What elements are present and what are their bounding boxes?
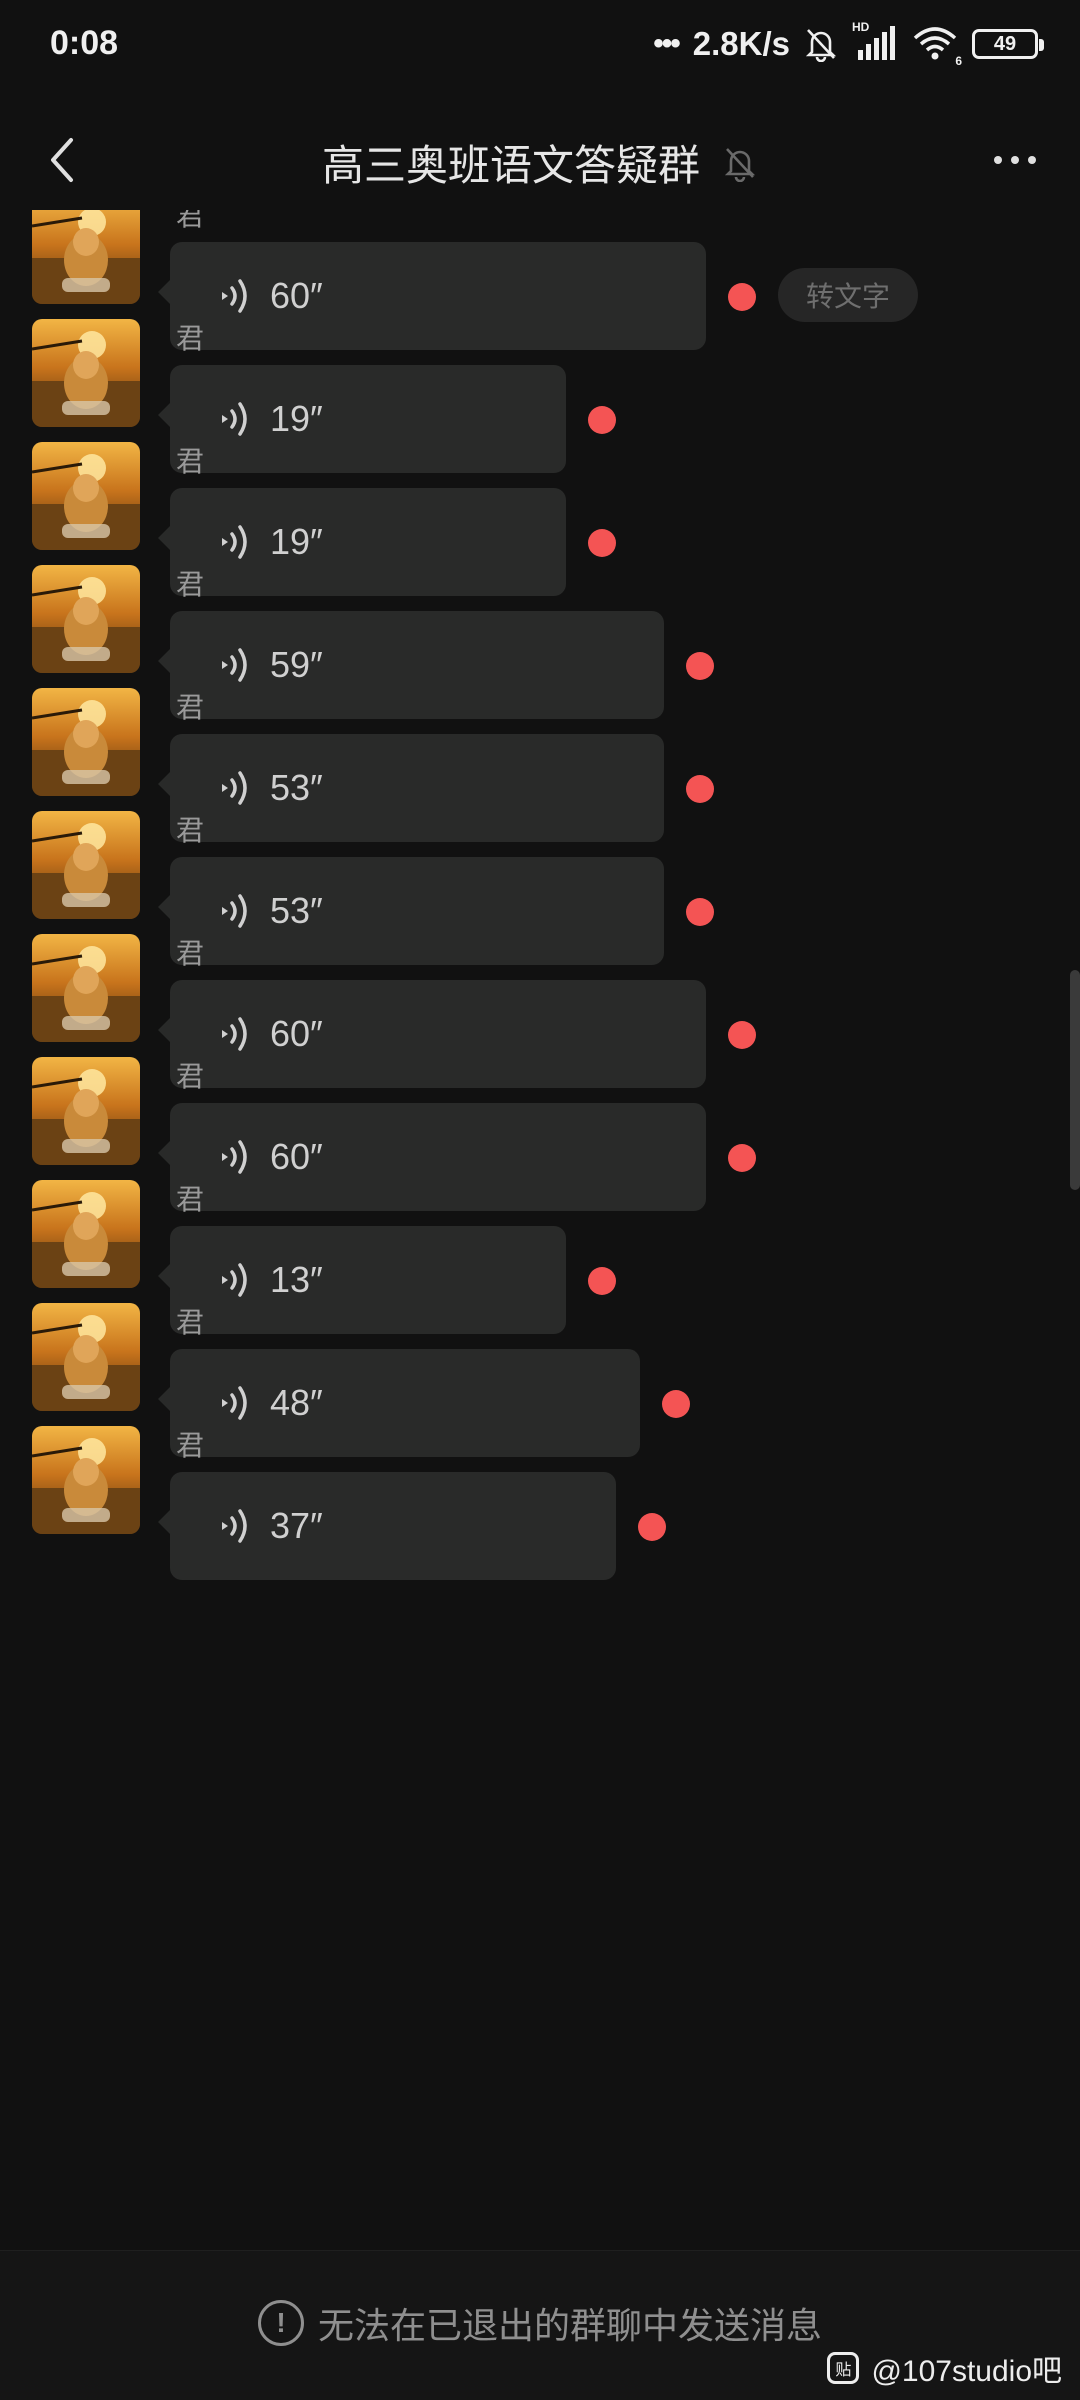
message-item: 君 37″ — [0, 1410, 1080, 1598]
more-dot — [1028, 156, 1036, 164]
sender-name: 君 — [176, 815, 205, 846]
title-bar: 高三奥班语文答疑群 — [0, 110, 1080, 210]
sender-name: 君 — [176, 1184, 205, 1215]
voice-message-bubble[interactable]: 37″ — [158, 1472, 616, 1580]
unread-dot — [638, 1513, 666, 1541]
avatar[interactable] — [32, 442, 140, 550]
network-speed: 2.8K/s — [692, 25, 790, 62]
voice-wave-icon — [222, 1509, 247, 1543]
more-dot — [1011, 156, 1019, 164]
status-time: 0:08 — [50, 24, 119, 62]
avatar[interactable] — [32, 1057, 140, 1165]
avatar[interactable] — [32, 1180, 140, 1288]
sender-name: 君 — [176, 1307, 205, 1338]
avatar[interactable] — [32, 811, 140, 919]
bell-off-icon — [805, 29, 837, 62]
page-title: 高三奥班语文答疑群 — [321, 142, 700, 189]
avatar[interactable] — [32, 688, 140, 796]
signal-icon: HD — [852, 20, 898, 64]
hd-label: HD — [852, 20, 870, 34]
notice-text: 无法在已退出的群聊中发送消息 — [317, 2305, 822, 2346]
avatar[interactable] — [32, 1303, 140, 1411]
wifi-icon: 6 — [912, 24, 962, 68]
bottom-bar: ! 无法在已退出的群聊中发送消息 贴 @107studio吧 — [0, 2250, 1080, 2400]
more-dot — [994, 156, 1002, 164]
sender-name: 君 — [176, 446, 205, 477]
avatar[interactable] — [32, 319, 140, 427]
sender-name: 君 — [176, 692, 205, 723]
avatar[interactable] — [32, 565, 140, 673]
sender-name: 君 — [176, 938, 205, 969]
tieba-logo-icon: 贴 — [827, 2352, 860, 2384]
more-button[interactable] — [980, 132, 1050, 188]
exclamation-circle-icon: ! — [257, 2300, 304, 2346]
status-bar: 0:08 ••• 2.8K/s HD 6 49 — [0, 0, 1080, 90]
sender-name: 君 — [176, 210, 205, 231]
avatar[interactable] — [32, 210, 140, 304]
status-icons: ••• 2.8K/s HD 6 49 — [653, 20, 1044, 68]
sender-name: 君 — [176, 323, 205, 354]
watermark-text: @107studio吧 — [871, 2355, 1062, 2388]
sender-name: 君 — [176, 1430, 205, 1461]
voice-duration: 37″ — [270, 1505, 323, 1546]
left-group-notice: ! 无法在已退出的群聊中发送消息 — [0, 2297, 1080, 2349]
battery-icon: 49 — [972, 29, 1044, 59]
avatar[interactable] — [32, 1426, 140, 1534]
watermark: 贴 @107studio吧 — [827, 2346, 1062, 2390]
scrollbar-thumb[interactable] — [1070, 970, 1080, 1190]
more-dots-status-icon: ••• — [653, 27, 680, 60]
sender-name: 君 — [176, 1061, 205, 1092]
sender-name: 君 — [176, 569, 205, 600]
battery-level: 49 — [993, 32, 1017, 55]
chat-title-container: 高三奥班语文答疑群 — [0, 132, 1080, 193]
avatar[interactable] — [32, 934, 140, 1042]
wifi-sub-label: 6 — [955, 54, 962, 68]
message-list[interactable]: 君 60″ 转文字君 19″ 君 19″ 君 59″ 君 53″ 君 53″ 君 60″ 君 60″ 君 13″ 君… — [0, 210, 1080, 2250]
bell-off-icon — [724, 147, 756, 182]
